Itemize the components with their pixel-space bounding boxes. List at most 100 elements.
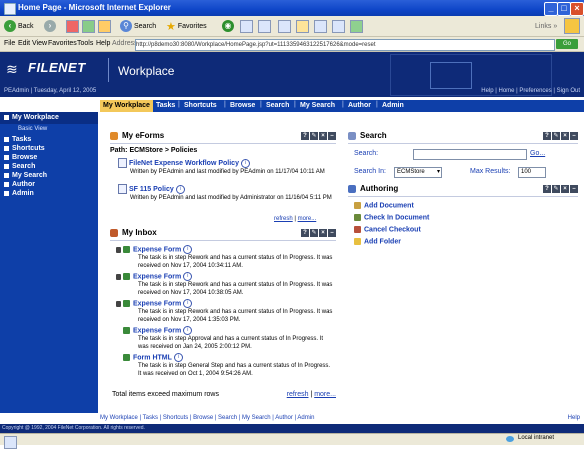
forward-button[interactable]: › (44, 19, 56, 33)
tab-admin[interactable]: Admin (382, 102, 404, 109)
help-icon[interactable]: ? (301, 229, 309, 237)
messenger-button[interactable] (350, 19, 363, 33)
help-icon[interactable]: ? (543, 185, 551, 193)
tab-search[interactable]: Search (266, 102, 289, 109)
info-icon[interactable]: i (183, 299, 193, 308)
edit-icon[interactable]: ✎ (552, 132, 560, 140)
links-toolbar[interactable]: Links » (535, 19, 557, 33)
menu-edit[interactable]: Edit (18, 40, 30, 47)
search-go-link[interactable]: Go... (530, 150, 545, 157)
inbox-link[interactable]: Form HTML (133, 354, 172, 361)
eforms-more-link[interactable]: more... (298, 216, 317, 222)
footer-help-link[interactable]: Help (568, 415, 580, 421)
close-icon[interactable]: × (561, 132, 569, 140)
nav-shortcuts[interactable]: Shortcuts (4, 145, 45, 152)
action-check-in[interactable]: Check In Document (354, 214, 429, 221)
media-button[interactable]: ◉ (222, 19, 234, 33)
history-button[interactable] (240, 19, 253, 33)
footer-nav-links[interactable]: My Workplace | Tasks | Shortcuts | Brows… (100, 415, 314, 421)
nav-tasks[interactable]: Tasks (4, 136, 31, 143)
discuss-icon (314, 19, 327, 33)
tab-my-search[interactable]: My Search (300, 102, 335, 109)
ie-icon (4, 3, 16, 15)
stop-button[interactable] (66, 19, 79, 33)
header-decoration-box (430, 62, 472, 89)
inbox-total-text: Total items exceed maximum rows (112, 391, 219, 398)
minimize-icon[interactable]: – (328, 132, 336, 140)
eforms-panel-header: My eForms ? ✎ × – (110, 131, 336, 144)
refresh-button[interactable] (82, 19, 95, 33)
nav-basic-view[interactable]: Basic View (18, 126, 47, 132)
tab-tasks[interactable]: Tasks (156, 102, 175, 109)
eforms-refresh-link[interactable]: refresh (274, 216, 293, 222)
info-icon[interactable]: i (173, 353, 183, 362)
eform-link[interactable]: SF 115 Policy (129, 186, 174, 193)
close-icon[interactable]: × (319, 132, 327, 140)
info-icon[interactable]: i (183, 272, 193, 281)
inbox-refresh-link[interactable]: refresh (287, 391, 309, 398)
home-button[interactable] (98, 19, 111, 33)
discuss-button[interactable] (314, 19, 327, 33)
page-status-icon (4, 436, 17, 449)
minimize-icon[interactable]: – (328, 229, 336, 237)
close-icon[interactable]: × (319, 229, 327, 237)
inbox-more-link[interactable]: more... (314, 391, 336, 398)
address-input[interactable]: http://p8demo30:8080/Workplace/HomePage.… (135, 39, 555, 51)
task-icon (123, 327, 130, 334)
menu-file[interactable]: File (4, 40, 15, 47)
tab-browse[interactable]: Browse (230, 102, 255, 109)
edit-icon[interactable]: ✎ (310, 229, 318, 237)
action-cancel-checkout[interactable]: Cancel Checkout (354, 226, 421, 233)
edit-icon[interactable]: ✎ (310, 132, 318, 140)
inbox-item: Expense Form i The task is in step Rework… (116, 245, 334, 270)
search-input[interactable] (413, 149, 527, 160)
tab-my-workplace[interactable]: My Workplace (100, 100, 153, 112)
nav-admin[interactable]: Admin (4, 190, 34, 197)
inbox-link[interactable]: Expense Form (133, 273, 181, 280)
info-icon[interactable]: i (183, 245, 193, 254)
back-button[interactable]: ‹ Back (4, 19, 34, 33)
nav-search[interactable]: Search (4, 163, 35, 170)
header-links[interactable]: Help | Home | Preferences | Sign Out (481, 88, 580, 94)
go-button[interactable]: Go (556, 39, 578, 49)
max-results-input[interactable]: 100 (518, 167, 546, 178)
close-icon[interactable]: × (561, 185, 569, 193)
minimize-icon[interactable]: – (570, 132, 578, 140)
search-button[interactable]: ⚲ Search (120, 19, 156, 33)
inbox-link[interactable]: Expense Form (133, 327, 181, 334)
nav-my-search[interactable]: My Search (4, 172, 47, 179)
edit-icon[interactable]: ✎ (552, 185, 560, 193)
search-in-select[interactable]: ECMStore ▾ (394, 167, 442, 178)
research-button[interactable] (332, 19, 345, 33)
nav-my-workplace[interactable]: My Workplace (4, 114, 59, 121)
menu-tools[interactable]: Tools (77, 40, 93, 47)
minimize-icon[interactable]: – (570, 185, 578, 193)
edit-button[interactable] (296, 19, 309, 33)
menu-view[interactable]: View (32, 40, 47, 47)
tab-shortcuts[interactable]: Shortcuts (184, 102, 217, 109)
info-icon[interactable]: i (183, 326, 193, 335)
nav-author[interactable]: Author (4, 181, 35, 188)
action-add-folder[interactable]: Add Folder (354, 238, 401, 245)
help-icon[interactable]: ? (543, 132, 551, 140)
nav-browse[interactable]: Browse (4, 154, 37, 161)
media-icon: ◉ (222, 20, 234, 32)
help-icon[interactable]: ? (301, 132, 309, 140)
action-add-document[interactable]: Add Document (354, 202, 414, 209)
menu-favorites[interactable]: Favorites (48, 40, 77, 47)
maximize-button[interactable]: □ (557, 2, 571, 16)
minimize-button[interactable]: _ (544, 2, 558, 16)
mail-button[interactable] (258, 19, 271, 33)
tab-author[interactable]: Author (348, 102, 371, 109)
favorites-button[interactable]: ★ Favorites (166, 19, 207, 33)
close-button[interactable]: × (570, 2, 584, 16)
inbox-link[interactable]: Expense Form (133, 246, 181, 253)
task-icon (123, 300, 130, 307)
info-icon[interactable]: i (240, 158, 250, 168)
form-icon (118, 184, 127, 194)
info-icon[interactable]: i (175, 184, 185, 194)
menu-help[interactable]: Help (96, 40, 110, 47)
inbox-link[interactable]: Expense Form (133, 300, 181, 307)
eform-link[interactable]: FileNet Expense Workflow Policy (129, 160, 239, 167)
print-button[interactable] (278, 19, 291, 33)
